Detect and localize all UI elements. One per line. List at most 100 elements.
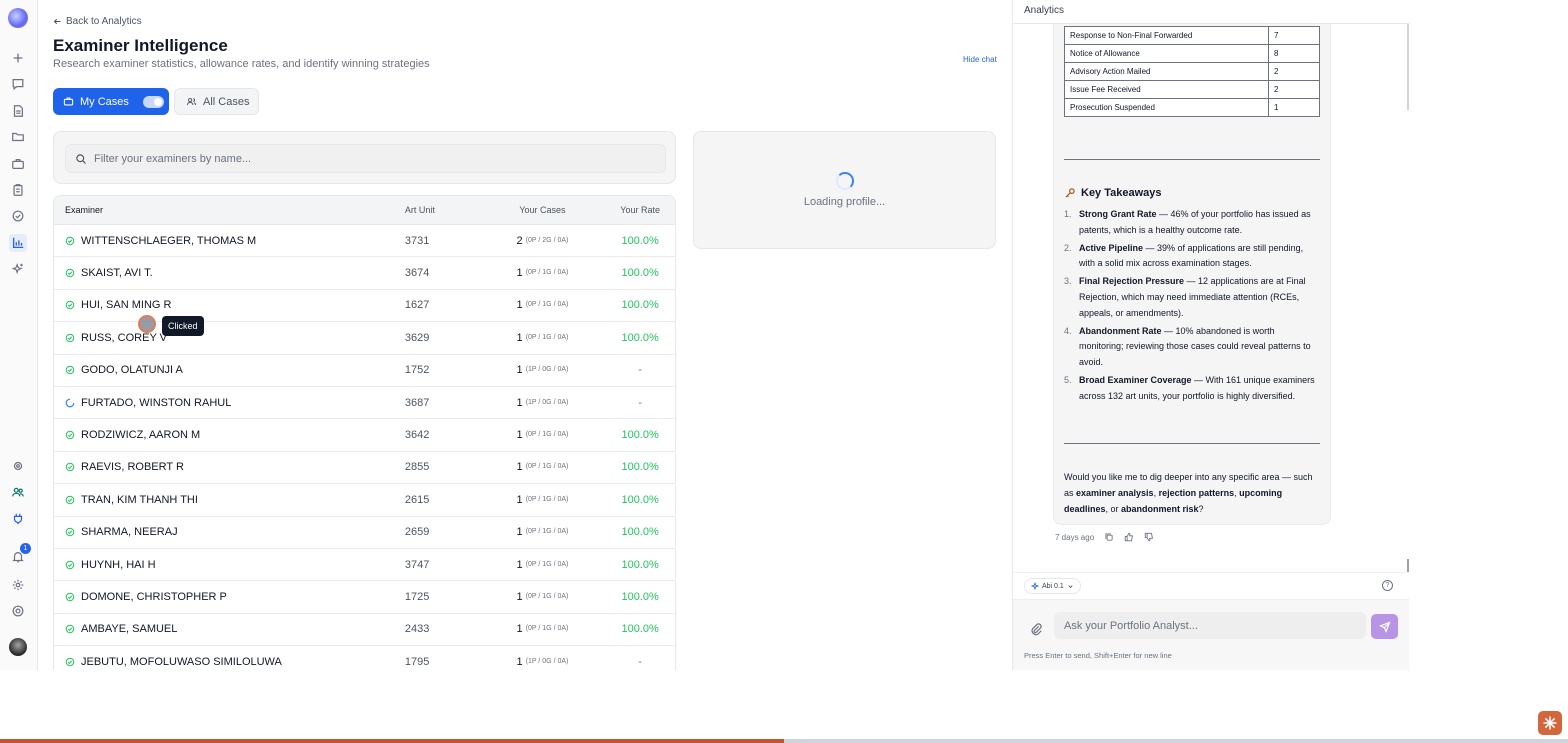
help-lifebuoy-icon[interactable] bbox=[9, 602, 27, 620]
chip-icon[interactable] bbox=[9, 457, 27, 475]
scrollbar-track[interactable] bbox=[1407, 24, 1409, 110]
send-button[interactable] bbox=[1371, 614, 1398, 639]
art-unit-cell: 1627 bbox=[404, 299, 430, 312]
takeaway-number: 4. bbox=[1064, 325, 1072, 336]
users-icon bbox=[186, 97, 197, 105]
search-box bbox=[65, 144, 666, 173]
table-row[interactable]: SKAIST, AVI T. 3674 1 (0P / 1G / 0A) 100.0% bbox=[54, 257, 675, 290]
status-table-row: Prosecution Suspended 1 bbox=[1064, 98, 1320, 117]
takeaway-text: Broad Examiner Coverage — With 161 uniqu… bbox=[1079, 373, 1321, 405]
rate-cell: - bbox=[638, 396, 642, 409]
column-header-art-unit[interactable]: Art Unit bbox=[405, 205, 480, 215]
table-row[interactable]: JEBUTU, MOFOLUWASO SIMILOLUWA 1795 1 (1P /… bbox=[54, 646, 675, 670]
paperclip-icon[interactable] bbox=[1029, 622, 1043, 636]
rate-cell: - bbox=[638, 364, 642, 377]
hide-chat-link[interactable]: Hide chat bbox=[963, 55, 997, 64]
case-breakdown: (0P / 1G / 0A) bbox=[525, 269, 569, 277]
rate-cell: 100.0% bbox=[621, 461, 659, 474]
analytics-chart-icon[interactable] bbox=[9, 234, 27, 252]
plug-icon[interactable] bbox=[9, 510, 27, 528]
examiner-name: SHARMA, NEERAJ bbox=[81, 526, 178, 539]
progress-bar bbox=[0, 739, 1568, 743]
art-unit-cell: 3687 bbox=[404, 396, 430, 409]
chat-bubble-icon[interactable] bbox=[9, 75, 27, 93]
check-circle-icon bbox=[65, 560, 75, 569]
icon-rail: 1 bbox=[0, 0, 38, 670]
thumbs-down-icon[interactable] bbox=[1144, 532, 1154, 542]
divider bbox=[1064, 443, 1320, 444]
table-row[interactable]: WITTENSCHLAEGER, THOMAS M 3731 2 (0P / 2G … bbox=[54, 225, 675, 258]
case-count: 1 bbox=[516, 364, 523, 377]
check-circle-icon bbox=[65, 592, 75, 602]
table-row[interactable]: TRAN, KIM THANH THI 2615 1 (0P / 1G / 0A) 1… bbox=[54, 484, 675, 517]
folder-icon[interactable] bbox=[9, 128, 27, 146]
check-circle-icon bbox=[65, 625, 75, 634]
page-subtitle: Research examiner statistics, allowance … bbox=[53, 58, 430, 70]
app-logo[interactable] bbox=[8, 8, 28, 28]
examiner-search-input[interactable] bbox=[94, 152, 654, 165]
table-row[interactable]: DOMONE, CHRISTOPHER P 1725 1 (0P / 1G / 0A… bbox=[54, 581, 675, 614]
document-icon[interactable] bbox=[9, 102, 27, 120]
status-count: 7 bbox=[1268, 26, 1320, 45]
art-unit-cell: 3642 bbox=[404, 429, 430, 442]
back-to-analytics-link[interactable]: Back to Analytics bbox=[53, 16, 142, 27]
table-row[interactable]: RAEVIS, ROBERT R 2855 1 (0P / 1G / 0A) 100.… bbox=[54, 451, 675, 485]
case-breakdown: (0P / 1G / 0A) bbox=[525, 301, 569, 309]
copy-icon[interactable] bbox=[1104, 532, 1114, 542]
clipboard-icon[interactable] bbox=[9, 181, 27, 199]
check-circle-icon bbox=[65, 527, 75, 537]
plus-icon[interactable] bbox=[9, 49, 27, 67]
check-circle-icon[interactable] bbox=[9, 207, 27, 225]
status-label: Response to Non-Final Forwarded bbox=[1064, 26, 1269, 45]
art-unit-cell: 3731 bbox=[404, 234, 430, 247]
case-count: 1 bbox=[516, 299, 523, 312]
case-count: 1 bbox=[516, 623, 523, 636]
arrow-left-icon bbox=[53, 18, 61, 25]
sparkles-icon[interactable] bbox=[9, 260, 27, 278]
art-unit-cell: 2855 bbox=[404, 461, 430, 474]
briefcase-icon[interactable] bbox=[9, 155, 27, 173]
settings-gear-icon[interactable] bbox=[9, 576, 27, 594]
case-breakdown: (0P / 2G / 0A) bbox=[525, 236, 569, 244]
case-count: 1 bbox=[516, 331, 523, 344]
model-name: Abi 0.1 bbox=[1042, 582, 1064, 590]
my-cases-toggle[interactable] bbox=[142, 95, 164, 108]
table-row[interactable]: GODO, OLATUNJI A 1752 1 (1P / 0G / 0A) - bbox=[54, 354, 675, 387]
takeaway-heading: Broad Examiner Coverage bbox=[1079, 374, 1192, 385]
column-header-your-cases[interactable]: Your Cases bbox=[480, 205, 606, 215]
all-cases-button[interactable]: All Cases bbox=[174, 88, 259, 115]
asterisk-logo-icon[interactable] bbox=[1538, 711, 1562, 735]
case-breakdown: (0P / 1G / 0A) bbox=[525, 333, 569, 341]
examiner-name: SKAIST, AVI T. bbox=[81, 267, 153, 280]
column-header-examiner[interactable]: Examiner bbox=[54, 205, 405, 215]
examiner-name: DOMONE, CHRISTOPHER P bbox=[81, 590, 227, 603]
table-row[interactable]: HUYNH, HAI H 3747 1 (0P / 1G / 0A) 100.0% bbox=[54, 548, 675, 582]
examiner-name: HUI, SAN MING R bbox=[81, 299, 172, 312]
my-cases-label: My Cases bbox=[80, 95, 129, 108]
model-selector[interactable]: Abi 0.1 bbox=[1024, 578, 1081, 594]
status-label: Advisory Action Mailed bbox=[1064, 62, 1269, 81]
cases-cell: 1 (0P / 1G / 0A) bbox=[480, 526, 606, 538]
closing-emphasis: abandonment risk bbox=[1121, 503, 1199, 514]
case-breakdown: (1P / 0G / 0A) bbox=[525, 398, 569, 406]
bell-icon[interactable]: 1 bbox=[9, 543, 31, 566]
art-unit-cell: 1752 bbox=[404, 364, 430, 377]
chat-messages[interactable]: Response to Non-Final Forwarded 7 Notice o… bbox=[1013, 24, 1409, 572]
rate-cell: 100.0% bbox=[621, 590, 659, 603]
takeaway-heading: Active Pipeline bbox=[1079, 242, 1144, 253]
team-icon[interactable] bbox=[9, 483, 27, 501]
page-title: Examiner Intelligence bbox=[53, 36, 228, 55]
help-circle-icon[interactable]: ? bbox=[1382, 580, 1393, 591]
column-header-your-rate[interactable]: Your Rate bbox=[605, 205, 675, 215]
chat-message-input[interactable] bbox=[1054, 612, 1366, 639]
user-avatar[interactable] bbox=[9, 638, 27, 656]
table-row[interactable]: AMBAYE, SAMUEL 2433 1 (0P / 1G / 0A) 100.0% bbox=[54, 613, 675, 647]
scrollbar-thumb[interactable] bbox=[1407, 559, 1409, 572]
table-row[interactable]: FURTADO, WINSTON RAHUL 3687 1 (1P / 0G / 0… bbox=[54, 386, 675, 420]
table-row[interactable]: RODZIWICZ, AARON M 3642 1 (0P / 1G / 0A) 10… bbox=[54, 419, 675, 452]
takeaway-item: 1. Strong Grant Rate — 46% of your portfo… bbox=[1064, 207, 1321, 239]
thumbs-up-icon[interactable] bbox=[1124, 532, 1134, 542]
examiner-name: RAEVIS, ROBERT R bbox=[81, 461, 184, 474]
table-row[interactable]: SHARMA, NEERAJ 2659 1 (0P / 1G / 0A) 100.0% bbox=[54, 516, 675, 549]
my-cases-button[interactable]: My Cases bbox=[53, 88, 169, 115]
